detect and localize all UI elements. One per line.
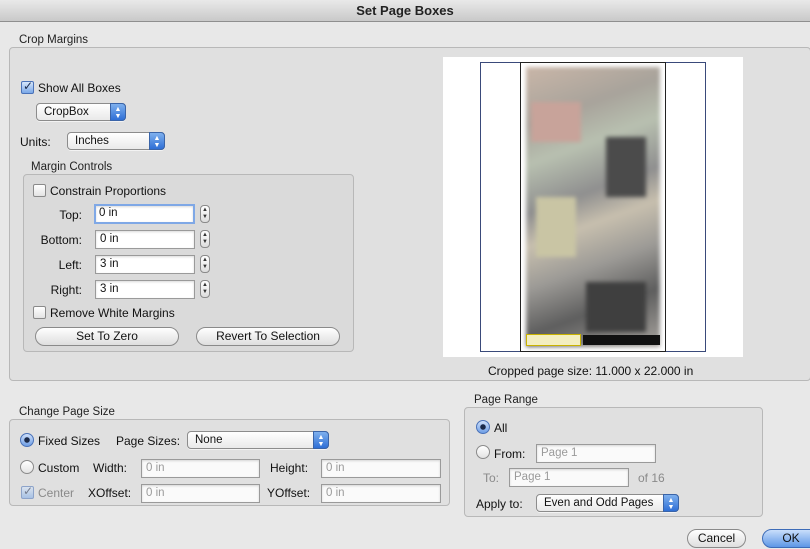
right-margin-field[interactable]: 3 in: [95, 280, 195, 299]
crop-margins-title: Crop Margins: [19, 34, 89, 46]
box-type-popup[interactable]: CropBox ▲ ▼: [36, 103, 126, 121]
custom-radio[interactable]: [20, 460, 34, 474]
bottom-margin-stepper[interactable]: ▲ ▼: [200, 230, 210, 248]
all-pages-label: All: [494, 421, 508, 435]
left-margin-stepper[interactable]: ▲ ▼: [200, 255, 210, 273]
checkmark-icon: ✓: [23, 484, 34, 498]
from-radio[interactable]: [476, 445, 490, 459]
width-label: Width:: [93, 461, 128, 475]
cropped-page-size: Cropped page size: 11.000 x 22.000 in: [488, 364, 694, 378]
width-field[interactable]: 0 in: [141, 459, 260, 478]
apply-to-label: Apply to:: [476, 497, 523, 511]
show-all-boxes-label: Show All Boxes: [38, 81, 121, 95]
popup-arrows-icon: ▲ ▼: [313, 431, 329, 449]
page-sizes-popup[interactable]: None ▲ ▼: [187, 431, 329, 449]
top-label: Top:: [59, 208, 82, 222]
units-label: Units:: [20, 135, 51, 149]
from-label: From:: [494, 447, 526, 461]
left-margin-field[interactable]: 3 in: [95, 255, 195, 274]
page-sizes-label: Page Sizes:: [116, 434, 181, 448]
remove-white-margins-label: Remove White Margins: [50, 306, 175, 320]
apply-to-value: Even and Odd Pages: [544, 497, 654, 509]
height-field[interactable]: 0 in: [321, 459, 441, 478]
yoffset-field[interactable]: 0 in: [321, 484, 441, 503]
page-range-title: Page Range: [474, 394, 538, 406]
right-label: Right:: [50, 283, 82, 297]
bottom-label: Bottom:: [40, 233, 82, 247]
left-label: Left:: [58, 258, 82, 272]
center-label: Center: [38, 486, 75, 500]
custom-label: Custom: [38, 461, 80, 475]
margin-controls-title: Margin Controls: [31, 161, 113, 173]
cancel-button[interactable]: Cancel: [687, 529, 746, 548]
constrain-proportions-checkbox[interactable]: [33, 184, 46, 197]
set-to-zero-button[interactable]: Set To Zero: [35, 327, 179, 346]
popup-arrows-icon: ▲ ▼: [149, 132, 165, 150]
apply-to-popup[interactable]: Even and Odd Pages ▲ ▼: [536, 494, 679, 512]
fixed-sizes-radio[interactable]: [20, 433, 34, 447]
page-footer-strip: [526, 334, 660, 346]
units-popup[interactable]: Inches ▲ ▼: [67, 132, 165, 150]
xoffset-label: XOffset:: [88, 486, 132, 500]
xoffset-field[interactable]: 0 in: [141, 484, 260, 503]
all-pages-radio[interactable]: [476, 420, 490, 434]
window-title: Set Page Boxes: [0, 0, 810, 22]
show-all-boxes-checkbox[interactable]: ✓: [21, 79, 34, 94]
top-margin-field[interactable]: 0 in: [94, 204, 195, 224]
revert-to-selection-button[interactable]: Revert To Selection: [196, 327, 340, 346]
fixed-sizes-label: Fixed Sizes: [38, 434, 101, 448]
change-page-size-title: Change Page Size: [19, 406, 115, 418]
to-page-field[interactable]: Page 1: [509, 468, 629, 487]
yoffset-label: YOffset:: [267, 486, 311, 500]
constrain-proportions-label: Constrain Proportions: [50, 184, 167, 198]
bottom-margin-field[interactable]: 0 in: [95, 230, 195, 249]
center-checkbox[interactable]: ✓: [21, 484, 34, 499]
page-total-label: of 16: [638, 471, 665, 485]
to-label: To:: [483, 471, 500, 485]
box-type-value: CropBox: [44, 106, 89, 118]
units-value: Inches: [75, 135, 109, 147]
page-preview: [443, 57, 743, 357]
page-sizes-value: None: [195, 434, 223, 446]
popup-arrows-icon: ▲ ▼: [663, 494, 679, 512]
ok-button[interactable]: OK: [762, 529, 810, 548]
remove-white-margins-checkbox[interactable]: [33, 306, 46, 319]
from-page-field[interactable]: Page 1: [536, 444, 656, 463]
top-margin-stepper[interactable]: ▲ ▼: [200, 205, 210, 223]
popup-arrows-icon: ▲ ▼: [110, 103, 126, 121]
page-thumbnail: [526, 67, 660, 347]
checkmark-icon: ✓: [23, 79, 34, 93]
height-label: Height:: [270, 461, 309, 475]
right-margin-stepper[interactable]: ▲ ▼: [200, 280, 210, 298]
